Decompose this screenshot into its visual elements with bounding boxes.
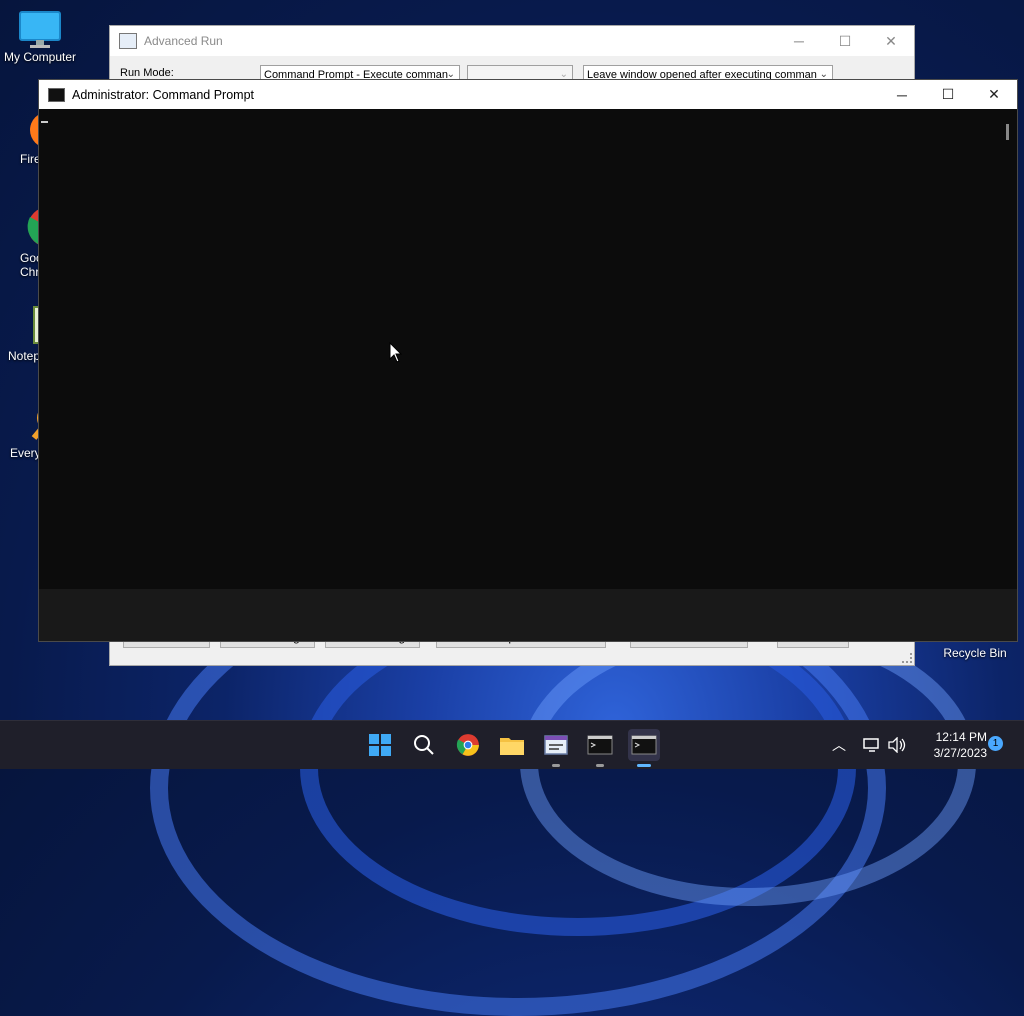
console-output[interactable] (39, 109, 999, 589)
maximize-button[interactable]: ☐ (925, 80, 971, 110)
advanced-run-icon (544, 735, 568, 755)
cmd-titlebar[interactable]: Administrator: Command Prompt ─ ☐ ✕ (39, 80, 1017, 109)
advanced-run-app-icon (119, 33, 137, 49)
taskbar-chrome[interactable] (452, 729, 484, 761)
text-cursor (41, 121, 48, 123)
search-icon (414, 735, 434, 755)
clock-date: 3/27/2023 (933, 746, 987, 760)
start-button[interactable] (364, 729, 396, 761)
taskbar: ︿ 12:14 PM 3/27/2023 (0, 720, 1024, 769)
minimize-button[interactable]: ─ (879, 80, 925, 110)
search-button[interactable] (408, 729, 440, 761)
window-title: Advanced Run (144, 34, 223, 48)
resize-grip[interactable] (902, 653, 912, 663)
active-indicator (637, 764, 651, 767)
taskbar-advanced-run[interactable] (540, 729, 572, 767)
terminal-icon (587, 735, 613, 755)
network-icon (863, 738, 879, 752)
command-prompt-window: Administrator: Command Prompt ─ ☐ ✕ (38, 79, 1018, 642)
volume-control[interactable] (887, 721, 907, 769)
clock-time: 12:14 PM (935, 730, 987, 744)
advanced-run-titlebar[interactable]: Advanced Run ─ ☐ ✕ (110, 26, 914, 56)
desktop-icon-label: My Computer (3, 50, 77, 64)
desktop-icon-my-computer[interactable]: My Computer (0, 10, 80, 64)
show-hidden-icons-button[interactable]: ︿ (832, 721, 846, 769)
notification-badge[interactable]: 1 (988, 736, 1003, 751)
close-button[interactable]: ✕ (971, 80, 1017, 110)
vertical-scrollbar[interactable] (999, 109, 1017, 589)
speaker-icon (888, 737, 906, 753)
cmd-app-icon (48, 87, 65, 102)
taskbar-cmd-2[interactable] (628, 729, 660, 767)
maximize-button[interactable]: ☐ (822, 26, 868, 56)
run-mode-label: Run Mode: (120, 67, 174, 79)
taskbar-cmd-1[interactable] (584, 729, 616, 767)
close-button[interactable]: ✕ (868, 26, 914, 56)
cmd-lower-area (39, 589, 1017, 641)
taskbar-clock[interactable]: 12:14 PM 3/27/2023 (913, 729, 987, 761)
windows-icon (369, 734, 391, 756)
minimize-button[interactable]: ─ (776, 26, 822, 56)
desktop-icon-label: Recycle Bin (943, 646, 1007, 660)
terminal-icon (631, 735, 657, 755)
scrollbar-thumb[interactable] (1006, 124, 1009, 140)
chevron-up-icon: ︿ (832, 737, 846, 753)
taskbar-file-explorer[interactable] (496, 729, 528, 761)
folder-icon (500, 738, 524, 755)
network-status[interactable] (863, 721, 881, 769)
running-indicator (552, 764, 560, 767)
chrome-icon (456, 734, 479, 756)
running-indicator (596, 764, 604, 767)
window-title: Administrator: Command Prompt (72, 87, 255, 102)
desktop-icon-recycle-bin[interactable]: Recycle Bin (935, 646, 1015, 660)
monitor-icon (18, 10, 62, 48)
mouse-pointer-icon (389, 341, 403, 367)
